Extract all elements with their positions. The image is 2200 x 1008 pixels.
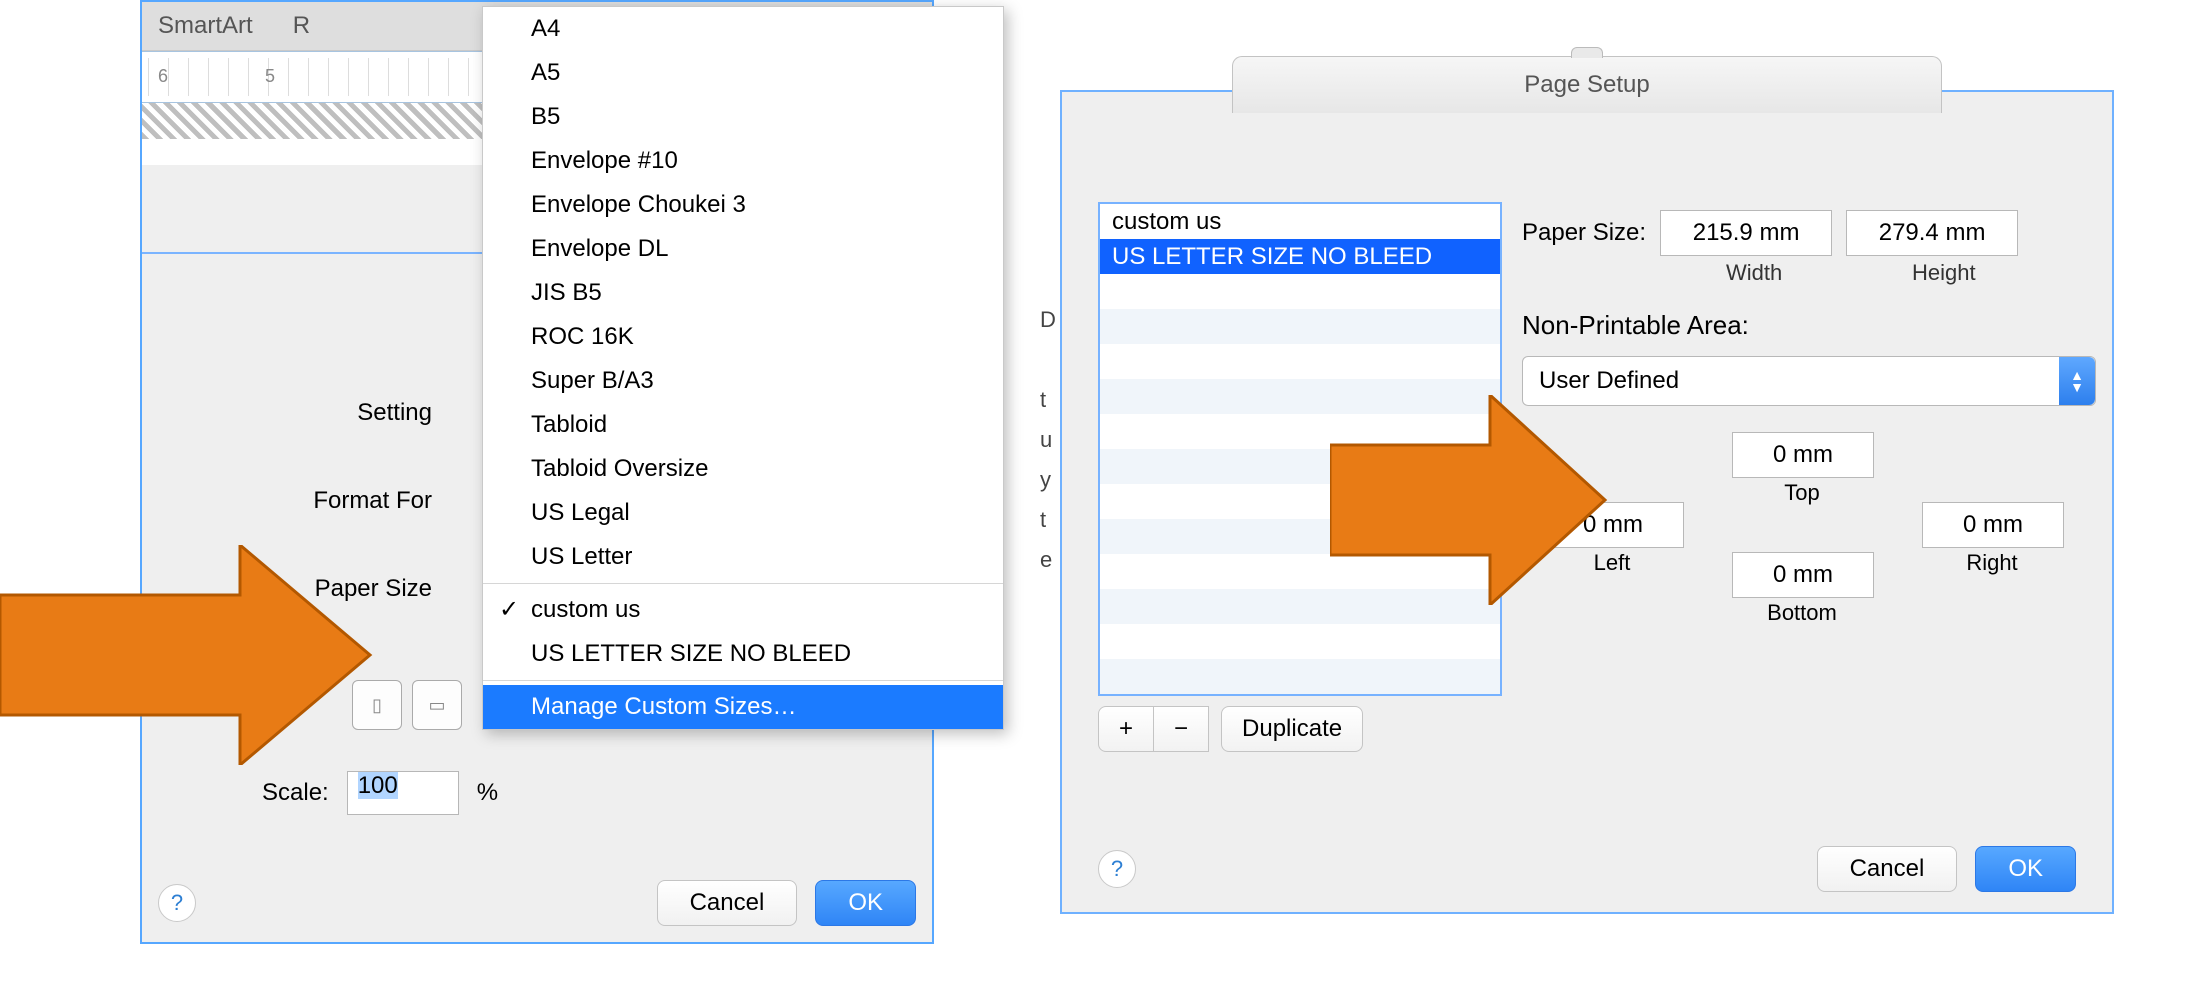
chevron-updown-icon: ▲▼ [2059, 357, 2095, 405]
scale-percent: % [477, 779, 498, 807]
custom-size-empty-row [1100, 659, 1500, 694]
paper-height-sublabel: Height [1912, 260, 1976, 286]
paper-width-input[interactable]: 215.9 mm [1660, 210, 1832, 256]
paper-size-option[interactable]: US Legal [483, 491, 1003, 535]
paper-size-option[interactable]: Tabloid [483, 403, 1003, 447]
remove-size-button[interactable]: − [1154, 706, 1209, 752]
dialog-titlebar: Page Setup [1232, 56, 1942, 113]
margin-right-label: Right [1922, 550, 2062, 576]
paper-height-input[interactable]: 279.4 mm [1846, 210, 2018, 256]
margin-right-input[interactable]: 0 mm [1922, 502, 2064, 548]
custom-size-empty-row [1100, 274, 1500, 309]
add-size-button[interactable]: + [1098, 706, 1154, 752]
ok-button[interactable]: OK [815, 880, 916, 926]
paper-size-custom-option[interactable]: US LETTER SIZE NO BLEED [483, 632, 1003, 676]
paper-size-option[interactable]: Envelope Choukei 3 [483, 183, 1003, 227]
paper-size-option[interactable]: Super B/A3 [483, 359, 1003, 403]
npa-select-value: User Defined [1539, 367, 1679, 395]
custom-size-empty-row [1100, 624, 1500, 659]
scale-label: Scale: [262, 779, 329, 807]
help-button[interactable]: ? [1098, 850, 1136, 888]
ribbon-tab-smartart[interactable]: SmartArt [158, 2, 253, 50]
callout-arrow-right [1330, 395, 1610, 605]
paper-size-option[interactable]: ROC 16K [483, 315, 1003, 359]
custom-size-item[interactable]: custom us [1100, 204, 1500, 239]
non-printable-area-label: Non-Printable Area: [1522, 310, 1749, 341]
paper-size-option[interactable]: Envelope #10 [483, 139, 1003, 183]
callout-arrow-left [0, 545, 380, 765]
paper-size-option[interactable]: Envelope DL [483, 227, 1003, 271]
margin-bottom-label: Bottom [1732, 600, 1872, 626]
settings-label: Setting [212, 399, 444, 427]
margin-top-label: Top [1732, 480, 1872, 506]
paper-size-option[interactable]: US Letter [483, 535, 1003, 579]
manage-custom-sizes-item[interactable]: Manage Custom Sizes… [483, 685, 1003, 729]
scale-input[interactable]: 100 [347, 771, 459, 815]
paper-size-custom-option[interactable]: custom us [483, 588, 1003, 632]
paper-size-option[interactable]: JIS B5 [483, 271, 1003, 315]
paper-size-option[interactable]: B5 [483, 95, 1003, 139]
ribbon-tab-r[interactable]: R [293, 2, 310, 50]
cancel-button[interactable]: Cancel [1817, 846, 1958, 892]
cancel-button[interactable]: Cancel [657, 880, 798, 926]
help-button[interactable]: ? [158, 884, 196, 922]
paper-size-dropdown[interactable]: A4A5B5Envelope #10Envelope Choukei 3Enve… [482, 6, 1004, 730]
paper-size-option[interactable]: A4 [483, 7, 1003, 51]
margin-top-input[interactable]: 0 mm [1732, 432, 1874, 478]
orientation-landscape[interactable]: ▭ [412, 680, 462, 730]
custom-size-empty-row [1100, 344, 1500, 379]
ok-button[interactable]: OK [1975, 846, 2076, 892]
paper-size-option[interactable]: A5 [483, 51, 1003, 95]
background-text-fragment: Dtuyte [1040, 300, 1060, 580]
paper-width-sublabel: Width [1726, 260, 1782, 286]
format-for-label: Format For [212, 487, 444, 515]
paper-size-label: Paper Size: [1522, 219, 1646, 247]
page-setup-dropdown-dialog: SmartArt R 6 5 Setting Format For Paper … [140, 0, 934, 944]
margin-bottom-input[interactable]: 0 mm [1732, 552, 1874, 598]
duplicate-size-button[interactable]: Duplicate [1221, 706, 1363, 752]
ruler-numbers: 6 5 [158, 66, 321, 87]
dialog-title: Page Setup [1524, 71, 1649, 98]
custom-size-empty-row [1100, 309, 1500, 344]
paper-size-option[interactable]: Tabloid Oversize [483, 447, 1003, 491]
custom-size-item[interactable]: US LETTER SIZE NO BLEED [1100, 239, 1500, 274]
